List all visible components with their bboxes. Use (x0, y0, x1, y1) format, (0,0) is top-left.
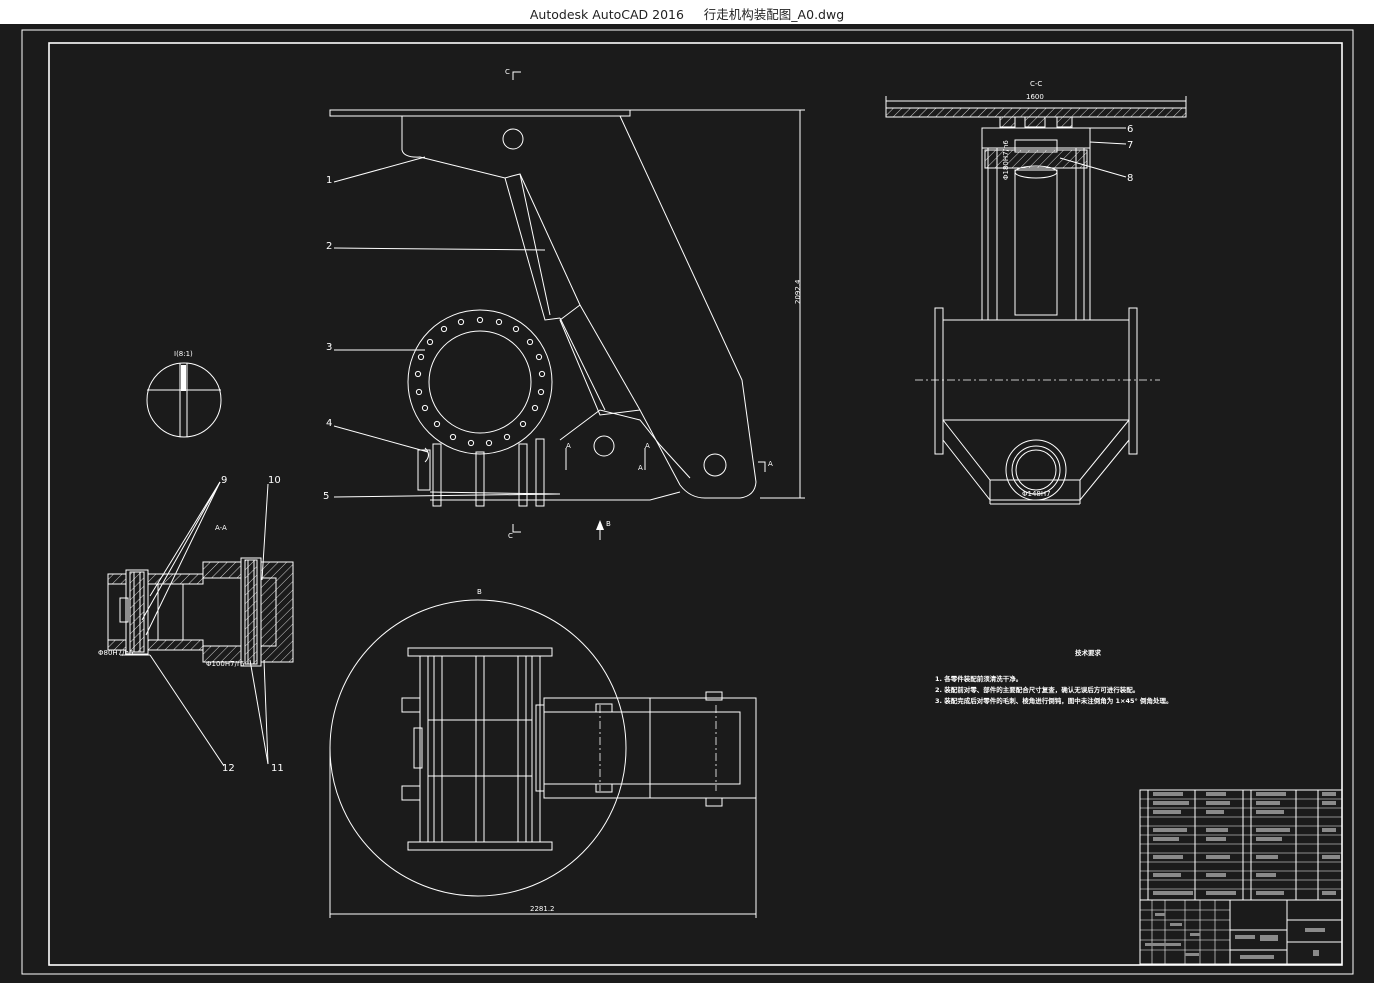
svg-text:Φ180H7/h6: Φ180H7/h6 (1002, 140, 1010, 180)
part-number-7: 7 (1127, 140, 1133, 151)
drawing-canvas[interactable]: 2092.4 C C A A A A B 1 2 3 4 5 C-C 1600 (0, 24, 1374, 983)
section-a-marker-1: A (566, 442, 571, 450)
view-b: B 2281.2 (329, 588, 757, 918)
tech-req-item-1: 1. 各零件装配前须清洗干净。 (935, 674, 1022, 683)
b-arrow-label: B (606, 520, 611, 528)
title-block (1139, 789, 1343, 965)
part-number-10: 10 (268, 475, 281, 486)
tech-req-title: 技术要求 (1075, 648, 1102, 657)
svg-text:Φ100H7/r6: Φ100H7/r6 (206, 660, 245, 668)
section-c-bottom-label: C (508, 532, 513, 540)
section-cc-view: C-C 1600 Φ180H7/h6 Φ148H7 6 7 8 (885, 80, 1187, 505)
drawing-sheet: 2092.4 C C A A A A B 1 2 3 4 5 C-C 1600 (21, 29, 1354, 975)
part-number-8: 8 (1127, 173, 1133, 184)
bolt-circle (414, 316, 546, 447)
part-number-5: 5 (323, 491, 329, 502)
part-number-1: 1 (326, 175, 332, 186)
section-c-top-label: C (505, 68, 510, 76)
dim-width-bottom: 2281.2 (530, 905, 555, 913)
svg-text:Φ148H7: Φ148H7 (1022, 490, 1051, 498)
detail-label: I(8:1) (174, 350, 193, 358)
svg-text:Φ80H7/h6: Φ80H7/h6 (98, 649, 134, 657)
section-a-marker-2: A (645, 442, 650, 450)
part-number-3: 3 (326, 342, 332, 353)
part-number-12: 12 (222, 763, 235, 774)
sheet-outer-border (21, 29, 1354, 975)
view-b-label: B (477, 588, 482, 596)
dim-height: 2092.4 (794, 279, 802, 304)
part-number-4: 4 (326, 418, 332, 429)
part-number-2: 2 (326, 241, 332, 252)
tech-req-item-2: 2. 装配前对零、部件的主要配合尺寸复查，确认无误后方可进行装配。 (935, 685, 1139, 694)
technical-requirements: 技术要求 1. 各零件装配前须清洗干净。 2. 装配前对零、部件的主要配合尺寸复… (935, 648, 1173, 705)
window-title-bar: Autodesk AutoCAD 2016 行走机构装配图_A0.dwg (0, 0, 1374, 25)
part-number-6: 6 (1127, 124, 1133, 135)
window-title: Autodesk AutoCAD 2016 行走机构装配图_A0.dwg (529, 7, 845, 22)
part-number-9: 9 (221, 475, 227, 486)
part-number-11: 11 (271, 763, 284, 774)
section-aa-view: A-A Φ80H7/h6 Φ100H7/r6 9 10 11 12 (98, 475, 294, 774)
section-a-marker-4: A (768, 460, 773, 468)
section-a-marker-3: A (638, 464, 643, 472)
section-aa-label: A-A (215, 524, 227, 532)
up-arrow-icon (596, 520, 604, 530)
main-side-view: 2092.4 C C A A A A B 1 2 3 4 5 (323, 68, 805, 540)
dim-width-top: 1600 (1026, 93, 1044, 101)
detail-view-i: I(8:1) (146, 350, 222, 438)
section-cc-label: C-C (1030, 80, 1042, 88)
tech-req-item-3: 3. 装配完成后对零件的毛刺、棱角进行倒钝，图中未注倒角为 1×45° 倒角处理… (935, 696, 1173, 705)
